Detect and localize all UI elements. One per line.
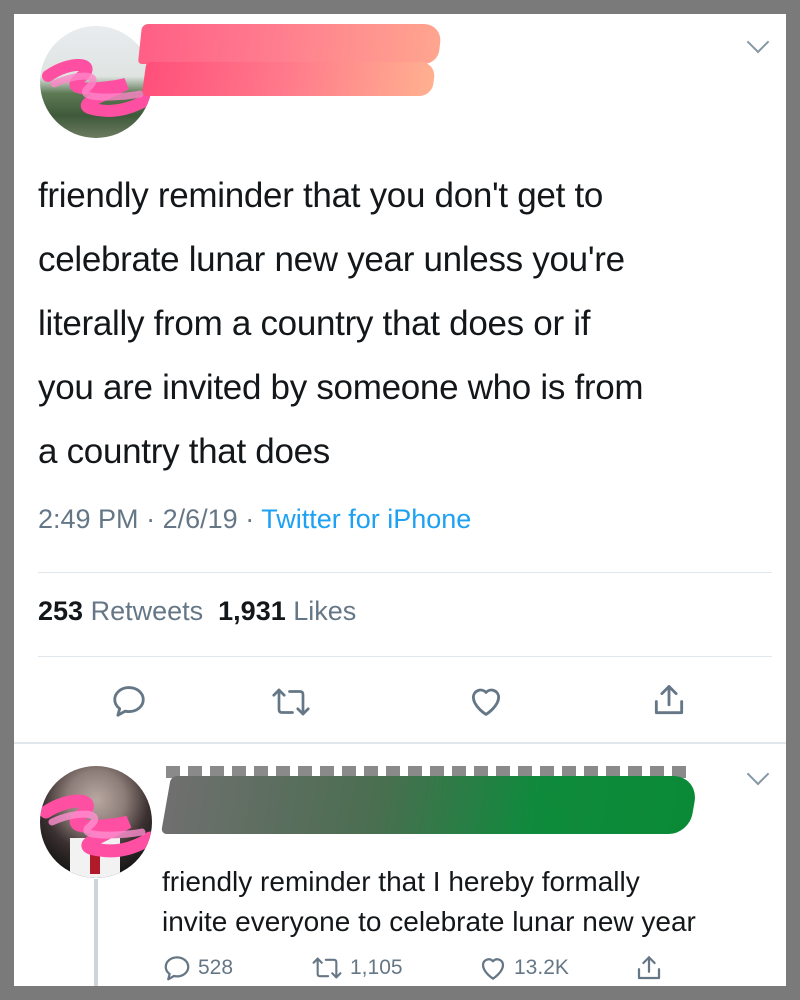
retweets-label[interactable]: Retweets bbox=[91, 596, 204, 626]
reply-text: friendly reminder that I hereby formally… bbox=[162, 862, 772, 942]
chevron-down-icon[interactable] bbox=[746, 30, 770, 54]
retweets-count[interactable]: 253 bbox=[38, 596, 83, 626]
like-button[interactable]: 13.2K bbox=[478, 951, 569, 985]
tweet-text-line: you are invited by someone who is from bbox=[38, 368, 644, 407]
divider bbox=[38, 572, 772, 573]
separator: · bbox=[146, 504, 156, 534]
reply-count: 528 bbox=[198, 956, 234, 979]
divider bbox=[38, 656, 772, 657]
tweet-date: 2/6/19 bbox=[162, 504, 238, 534]
retweet-icon bbox=[312, 957, 342, 979]
chevron-down-icon[interactable] bbox=[746, 762, 770, 786]
separator: · bbox=[245, 504, 255, 534]
divider bbox=[14, 742, 786, 744]
reply-icon bbox=[164, 956, 190, 981]
retweet-icon[interactable] bbox=[270, 684, 312, 720]
redaction-scribble bbox=[40, 794, 152, 858]
likes-label[interactable]: Likes bbox=[293, 596, 356, 626]
tweet-screenshot: friendly reminder that you don't get to … bbox=[14, 14, 786, 986]
reply-icon[interactable] bbox=[110, 682, 148, 720]
avatar[interactable] bbox=[40, 766, 152, 878]
likes-count[interactable]: 1,931 bbox=[218, 596, 286, 626]
tweet-text-line: friendly reminder that you don't get to bbox=[38, 176, 604, 215]
share-button[interactable] bbox=[634, 951, 664, 985]
tweet-text-line: celebrate lunar new year unless you're bbox=[38, 240, 625, 279]
tweet-stats: 253 Retweets 1,931 Likes bbox=[38, 596, 356, 627]
heart-icon[interactable] bbox=[466, 682, 506, 720]
redaction-scribble bbox=[42, 59, 152, 117]
retweet-count: 1,105 bbox=[350, 956, 403, 979]
reply-text-line: invite everyone to celebrate lunar new y… bbox=[162, 906, 696, 937]
tweet-text: friendly reminder that you don't get to … bbox=[38, 164, 768, 484]
reply-text-line: friendly reminder that I hereby formally bbox=[162, 866, 640, 897]
tweet-source-link[interactable]: Twitter for iPhone bbox=[261, 504, 471, 534]
tweet-metadata: 2:49 PM · 2/6/19 · Twitter for iPhone bbox=[38, 504, 471, 535]
heart-icon bbox=[481, 958, 505, 980]
tweet-time: 2:49 PM bbox=[38, 504, 139, 534]
share-icon bbox=[637, 956, 661, 980]
thread-line bbox=[94, 879, 98, 986]
like-count: 13.2K bbox=[514, 956, 569, 979]
handle-redaction bbox=[141, 62, 437, 96]
username-redaction bbox=[137, 24, 443, 64]
share-icon[interactable] bbox=[650, 680, 688, 720]
avatar[interactable] bbox=[40, 26, 152, 138]
reply-button[interactable]: 528 bbox=[162, 951, 233, 985]
username-redaction bbox=[160, 776, 700, 834]
tweet-text-line: a country that does bbox=[38, 432, 330, 471]
tweet-text-line: literally from a country that does or if bbox=[38, 304, 591, 343]
retweet-button[interactable]: 1,105 bbox=[310, 951, 403, 985]
